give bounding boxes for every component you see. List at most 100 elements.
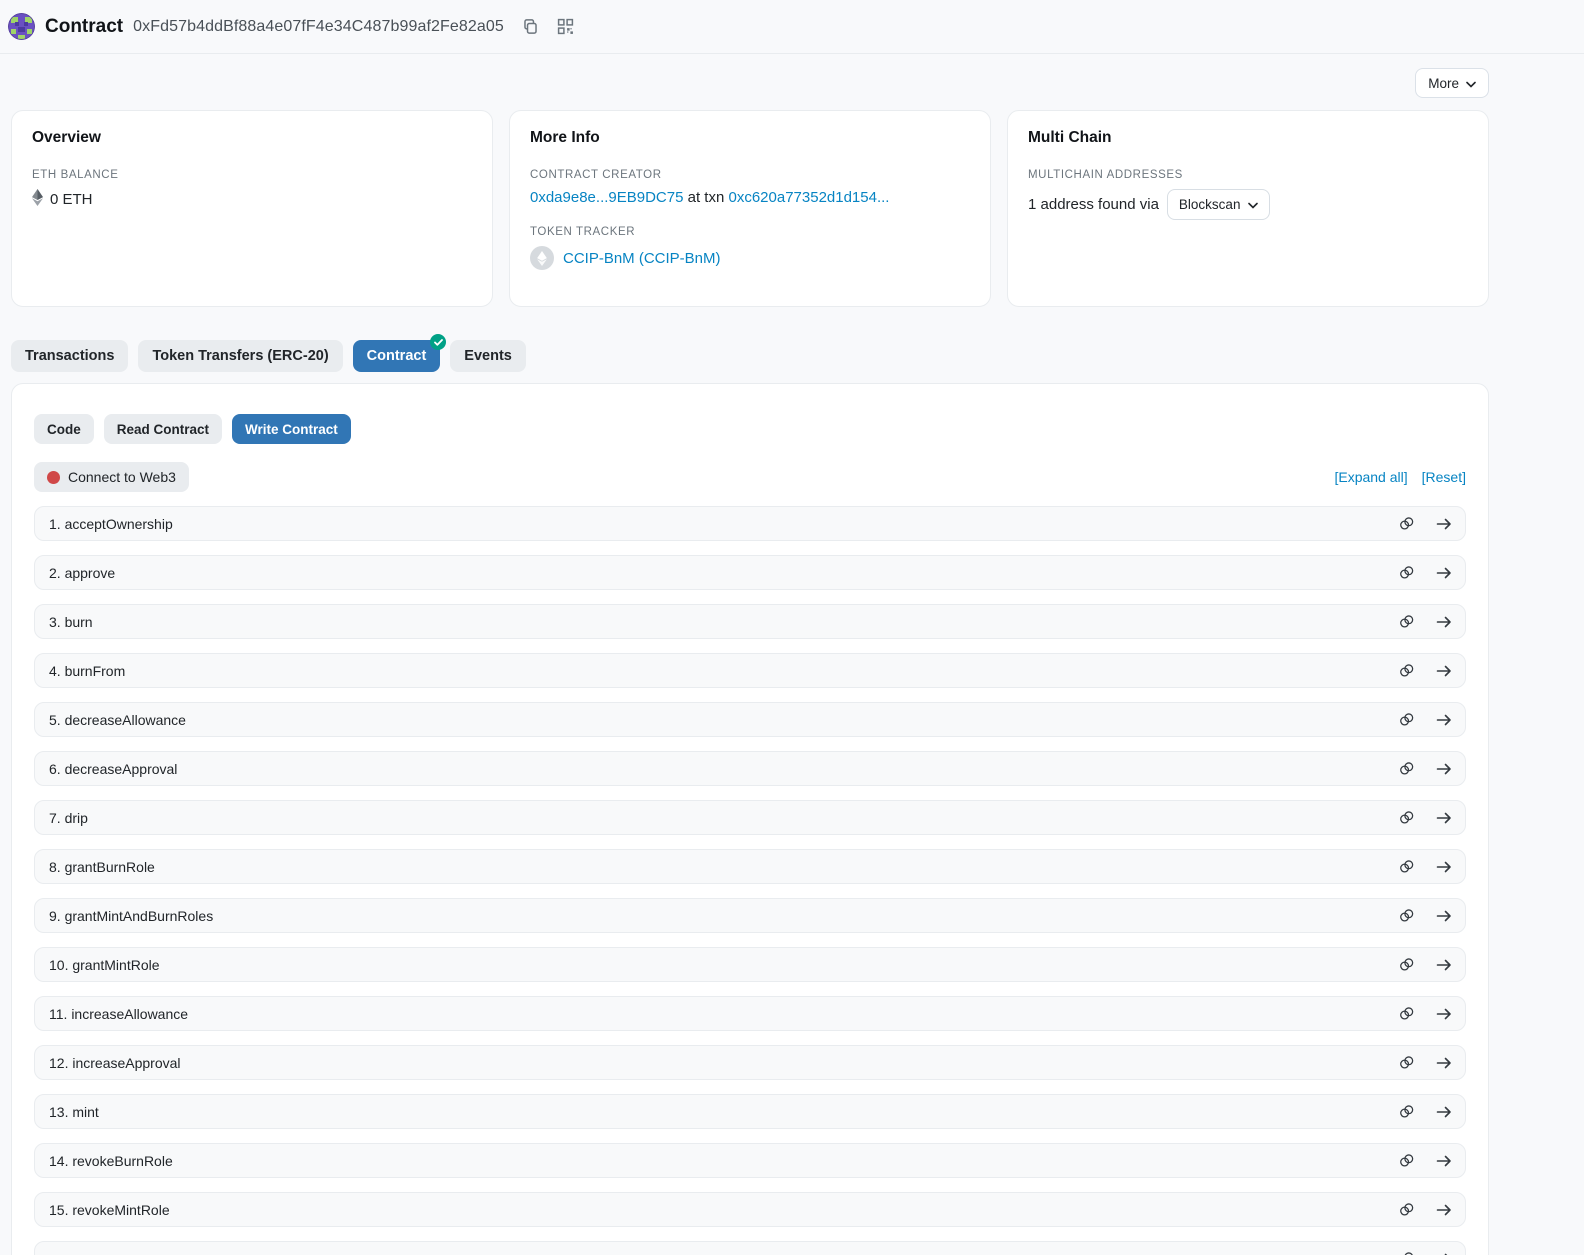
arrow-right-icon[interactable] (1436, 1105, 1452, 1119)
arrow-right-icon[interactable] (1436, 1154, 1452, 1168)
arrow-right-icon[interactable] (1436, 517, 1452, 531)
function-row[interactable]: 7. drip (34, 800, 1466, 835)
permalink-icon[interactable] (1398, 809, 1415, 826)
function-row[interactable]: 8. grantBurnRole (34, 849, 1466, 884)
multi-chain-card: Multi Chain MULTICHAIN ADDRESSES 1 addre… (1007, 110, 1489, 307)
function-row[interactable]: 10. grantMintRole (34, 947, 1466, 982)
permalink-icon[interactable] (1398, 1152, 1415, 1169)
expand-all-link[interactable]: [Expand all] (1334, 469, 1407, 485)
permalink-icon[interactable] (1398, 956, 1415, 973)
arrow-right-icon[interactable] (1436, 909, 1452, 923)
function-row[interactable]: 13. mint (34, 1094, 1466, 1129)
contract-subtab-label: Code (47, 422, 81, 437)
page-title: Contract (45, 16, 123, 38)
function-name: 3. burn (49, 614, 93, 630)
permalink-icon[interactable] (1398, 907, 1415, 924)
permalink-icon[interactable] (1398, 613, 1415, 630)
arrow-right-icon[interactable] (1436, 1252, 1452, 1255)
reset-link[interactable]: [Reset] (1422, 469, 1466, 485)
permalink-icon[interactable] (1398, 662, 1415, 679)
arrow-right-icon[interactable] (1436, 713, 1452, 727)
tab[interactable]: Token Transfers (ERC-20) (138, 340, 342, 372)
tab[interactable]: Contract (353, 340, 441, 372)
contract-address: 0xFd57b4ddBf88a4e07fF4e34C487b99af2Fe82a… (133, 18, 504, 36)
contract-panel: Code Read Contract Write Contract Connec… (11, 383, 1489, 1255)
permalink-icon[interactable] (1398, 564, 1415, 581)
tab[interactable]: Transactions (11, 340, 128, 372)
function-row[interactable]: 3. burn (34, 604, 1466, 639)
blockscan-select[interactable]: Blockscan (1167, 189, 1271, 220)
function-name: 2. approve (49, 565, 115, 581)
token-tracker-label: TOKEN TRACKER (530, 226, 970, 238)
blockscan-select-value: Blockscan (1179, 197, 1241, 212)
function-name: 4. burnFrom (49, 663, 125, 679)
permalink-icon[interactable] (1398, 1005, 1415, 1022)
function-name: 14. revokeBurnRole (49, 1153, 173, 1169)
function-row[interactable]: 1. acceptOwnership (34, 506, 1466, 541)
eth-icon (32, 189, 43, 210)
arrow-right-icon[interactable] (1436, 762, 1452, 776)
function-row[interactable]: 15. revokeMintRole (34, 1192, 1466, 1227)
arrow-right-icon[interactable] (1436, 664, 1452, 678)
function-row[interactable]: 9. grantMintAndBurnRoles (34, 898, 1466, 933)
permalink-icon[interactable] (1398, 760, 1415, 777)
more-button-label: More (1428, 76, 1459, 91)
tab[interactable]: Events (450, 340, 526, 372)
multichain-addresses-label: MULTICHAIN ADDRESSES (1028, 169, 1468, 181)
contract-subtab[interactable]: Code (34, 414, 94, 444)
contract-avatar-identicon (8, 13, 35, 40)
copy-address-icon[interactable] (522, 18, 539, 35)
connection-status-dot (47, 471, 60, 484)
contract-subtab[interactable]: Write Contract (232, 414, 351, 444)
permalink-icon[interactable] (1398, 1103, 1415, 1120)
overview-card: Overview ETH BALANCE 0 ETH (11, 110, 493, 307)
arrow-right-icon[interactable] (1436, 1007, 1452, 1021)
connect-to-web3-label: Connect to Web3 (68, 469, 176, 485)
function-name: 6. decreaseApproval (49, 761, 177, 777)
function-row[interactable]: 5. decreaseAllowance (34, 702, 1466, 737)
eth-balance-value: 0 ETH (50, 191, 93, 208)
permalink-icon[interactable] (1398, 515, 1415, 532)
contract-subtab-label: Read Contract (117, 422, 209, 437)
page-header: Contract 0xFd57b4ddBf88a4e07fF4e34C487b9… (0, 0, 1584, 54)
function-row[interactable]: 6. decreaseApproval (34, 751, 1466, 786)
arrow-right-icon[interactable] (1436, 1056, 1452, 1070)
chevron-down-icon (1248, 197, 1258, 212)
qr-code-icon[interactable] (557, 18, 574, 35)
function-row[interactable]: 2. approve (34, 555, 1466, 590)
function-row[interactable] (34, 1241, 1466, 1255)
overview-card-title: Overview (32, 129, 472, 147)
tab-label: Transactions (25, 348, 114, 364)
more-button[interactable]: More (1415, 68, 1489, 98)
arrow-right-icon[interactable] (1436, 1203, 1452, 1217)
function-row[interactable]: 14. revokeBurnRole (34, 1143, 1466, 1178)
function-name: 13. mint (49, 1104, 99, 1120)
connect-to-web3-button[interactable]: Connect to Web3 (34, 462, 189, 492)
contract-subtabs: Code Read Contract Write Contract (34, 414, 1466, 444)
function-name: 1. acceptOwnership (49, 516, 173, 532)
function-row[interactable]: 12. increaseApproval (34, 1045, 1466, 1080)
function-name: 11. increaseAllowance (49, 1006, 188, 1022)
arrow-right-icon[interactable] (1436, 860, 1452, 874)
arrow-right-icon[interactable] (1436, 566, 1452, 580)
arrow-right-icon[interactable] (1436, 615, 1452, 629)
creator-address-link[interactable]: 0xda9e8e...9EB9DC75 (530, 189, 683, 206)
contract-subtab[interactable]: Read Contract (104, 414, 222, 444)
function-row[interactable]: 11. increaseAllowance (34, 996, 1466, 1031)
main-tabs: Transactions Token Transfers (ERC-20) Co… (11, 340, 1489, 372)
arrow-right-icon[interactable] (1436, 811, 1452, 825)
eth-balance-label: ETH BALANCE (32, 169, 472, 181)
permalink-icon[interactable] (1398, 858, 1415, 875)
permalink-icon[interactable] (1398, 1054, 1415, 1071)
write-functions-list: 1. acceptOwnership (34, 506, 1466, 1255)
permalink-icon[interactable] (1398, 1201, 1415, 1218)
arrow-right-icon[interactable] (1436, 958, 1452, 972)
function-name: 12. increaseApproval (49, 1055, 181, 1071)
token-tracker-link[interactable]: CCIP-BnM (CCIP-BnM) (563, 250, 721, 267)
permalink-icon[interactable] (1398, 1250, 1415, 1255)
creation-txn-link[interactable]: 0xc620a77352d1d154... (728, 189, 889, 206)
permalink-icon[interactable] (1398, 711, 1415, 728)
function-name: 9. grantMintAndBurnRoles (49, 908, 213, 924)
function-row[interactable]: 4. burnFrom (34, 653, 1466, 688)
function-name: 5. decreaseAllowance (49, 712, 186, 728)
